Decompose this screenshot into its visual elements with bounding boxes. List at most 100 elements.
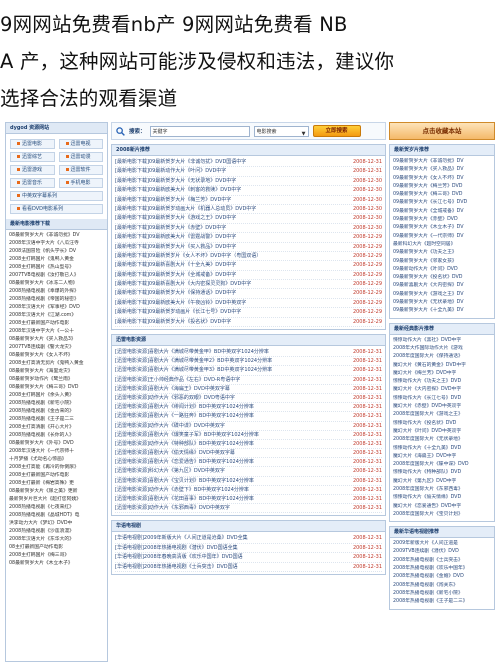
sidebar-list-item[interactable]: 2008主打韩国片《热山型号》	[9, 264, 104, 272]
sidebar-list-item[interactable]: 08主打最新国产动作电影	[9, 544, 104, 552]
sidebar-list-item[interactable]: 2008热播电视剧《长你的人》	[9, 432, 104, 440]
list-item[interactable]: 09最新动作大片《叶问》DVD	[393, 266, 491, 274]
list-item[interactable]: 09最新贺岁大片《一代宗师》DV	[393, 233, 491, 241]
list-item[interactable]: 2008年热播电视剧《新宅小院》	[393, 590, 491, 598]
sidebar-list-item[interactable]: 2008热播电视剧《帝国的秘密》	[9, 296, 104, 304]
sidebar-list-item[interactable]: 2008年汉语大片《军事经》DVD	[9, 304, 104, 312]
sidebar-list-item[interactable]: 2008主打韩国片《余头入黄》	[9, 392, 104, 400]
sidebar-list-item[interactable]: 2008主打高能《再冷的你倒尿》	[9, 464, 104, 472]
item-title-link[interactable]: [最新电影下载]09最新贺岁大片《全城戒备》DVD中字	[115, 271, 342, 279]
item-title-link[interactable]: [迅雷电影资源]动作大片《特种部队》BD中英双字1024分辨率	[115, 440, 342, 448]
sidebar-list-item[interactable]: 2008法国冒险《帆头学长》DV	[9, 248, 104, 256]
list-item[interactable]: 09最新贺岁大片《木立木子》DV	[393, 224, 491, 232]
list-item[interactable]: 魔幻大片《大内密探》DVD中字	[393, 386, 491, 394]
list-item[interactable]: 2008年度国际大片《无状录地》	[393, 436, 491, 444]
item-title-link[interactable]: [最新电影下载]09最新贺岁大片《无状录地》DVD中字	[115, 177, 342, 185]
sidebar-list-item[interactable]: 2008主打最新《梅岩高殊》更	[9, 480, 104, 488]
sidebar-list-item[interactable]: 2008主打高清无剪片《鬼鸭入黄金	[9, 360, 104, 368]
search-type-select[interactable]: 电影搜索 ▼	[253, 125, 309, 137]
item-title-link[interactable]: [迅雷电影资源]科幻大片《第九区》DVD中英双字	[115, 467, 342, 475]
nav-button[interactable]: 迅雷音乐	[10, 178, 55, 188]
list-item[interactable]: 惊悚动作大片《投名状》DVD	[393, 420, 491, 428]
list-item[interactable]: 魔幻大片《黄石的黄金》DVD中字	[393, 362, 491, 370]
item-title-link[interactable]: [最新电影下载]09最新贺岁大片《投名状》DVD中字	[115, 318, 342, 326]
sidebar-list-item[interactable]: 十月梦播《尤动名心惊画》	[9, 456, 104, 464]
nav-button[interactable]: 中英双字幕系列	[10, 191, 103, 201]
item-title-link[interactable]: [最新电影下载]09最新贺岁动画片《长江七号》DVD中字	[115, 308, 342, 316]
sidebar-list-item[interactable]: 2007TVB电视剧《汝打敬已人》	[9, 272, 104, 280]
sidebar-list-item[interactable]: 洪李动力大片《梦幻》DVD中	[9, 520, 104, 528]
sidebar-list-item[interactable]: 08最新贺岁大片《尿之美》更新	[9, 488, 104, 496]
nav-button[interactable]: 迅雷电视	[58, 139, 103, 149]
sidebar-list-item[interactable]: 08最新贺岁大片《木立木子》	[9, 560, 104, 568]
list-item[interactable]: 09最新贺岁大片《邻家女孩》	[393, 258, 491, 266]
list-item[interactable]: 2008年热播电视剧《欢乐中国年》	[393, 565, 491, 573]
list-item[interactable]: 惊悚动作大片《功夫之王》DVD	[393, 378, 491, 386]
list-item[interactable]: 09最新贺岁大片《投名状》DVD	[393, 274, 491, 282]
nav-button[interactable]: 迅雷电影	[10, 139, 55, 149]
sidebar-list-item[interactable]: 2007TVB连续剧《警大龙灾》	[9, 344, 104, 352]
sidebar-list-item[interactable]: 2008主打韩国片《梅三哥》	[9, 552, 104, 560]
list-item[interactable]: 09最新贺岁大片《女人不坏》DV	[393, 175, 491, 183]
item-title-link[interactable]: [华语电视剧]2008年春晚高清版《欢乐中国年》DVD国语	[115, 553, 342, 561]
sidebar-list-item[interactable]: 08最新贺岁大片《买入救品3》	[9, 336, 104, 344]
sidebar-list-item[interactable]: 2008年汉语中字大片《八瓜汪寺	[9, 240, 104, 248]
list-item[interactable]: 魔幻大片《第九区》DVD中字	[393, 478, 491, 486]
list-item[interactable]: 魔幻大片《恋爱通告》DVD中字	[393, 503, 491, 511]
item-title-link[interactable]: [迅雷电影资源]动作大片《碟中谍》DVD中英双字	[115, 422, 342, 430]
sidebar-list-item[interactable]: 08最新贺岁大片《非诚勿扰》DV	[9, 232, 104, 240]
list-item[interactable]: 09最新贺岁大片《赤壁》DVD	[393, 216, 491, 224]
item-title-link[interactable]: [迅雷电影资源]喜剧大片《满城尽带黄金甲》BD中英双字1024分辨率	[115, 348, 342, 356]
item-title-link[interactable]: [最新电影下载]09最新贺岁动画大片《机器人总动员》DVD中字	[115, 205, 342, 213]
item-title-link[interactable]: [最新电影下载]09最新动作大片《叶问》DVD中字	[115, 167, 342, 175]
item-title-link[interactable]: [迅雷电影资源]喜剧大片《海扁王》DVD中英双字幕	[115, 385, 342, 393]
sidebar-list-item[interactable]: 08最新贺岁大片《冰冻二人物》	[9, 280, 104, 288]
list-item[interactable]: 09最新贺岁大片《功夫之王》	[393, 249, 491, 257]
item-title-link[interactable]: [最新电影下载]09最新贺岁大片《游戏之王》DVD中字	[115, 214, 342, 222]
sidebar-list-item[interactable]: 08最新贺岁大片《女人不坏》	[9, 352, 104, 360]
list-item[interactable]: 魔幻大片《叶问》DVD中英双字	[393, 428, 491, 436]
list-item[interactable]: 09最新贺岁大片《全城戒备》DV	[393, 208, 491, 216]
item-title-link[interactable]: [迅雷电影资源]喜剧大片《爆笑童子军》BD中英双字1024分辨率	[115, 431, 342, 439]
sidebar-list-item[interactable]: 08最新贺岁动作片《鹭兰雨》	[9, 376, 104, 384]
item-title-link[interactable]: [迅雷电影资源]动作大片《邪恶的双眼》DVD粤语中字	[115, 394, 342, 402]
list-item[interactable]: 09最新贺岁大片《长江七号》DVD	[393, 199, 491, 207]
item-title-link[interactable]: [最新电影下载]09最新喜剧大片《十全九美》DVD中字	[115, 261, 342, 269]
item-title-link[interactable]: [迅雷电影资源]喜剧大片《恋爱通告》BD中英双字1024分辨率	[115, 458, 342, 466]
list-item[interactable]: 09最新贺岁大片《梅三哥》DVD	[393, 191, 491, 199]
list-item[interactable]: 2009年新版大片《人间正道是	[393, 540, 491, 548]
item-title-link[interactable]: [迅雷电影资源]喜剧大片《绯闻计划》BD中英双字1024分辨率	[115, 403, 342, 411]
item-title-link[interactable]: [迅雷电影资源]喜剧大片《满城尽带黄金甲3》BD中英双字1024分辨率	[115, 366, 342, 374]
list-item[interactable]: 2008年度国际大片《碟中谍》DVD	[393, 461, 491, 469]
list-item[interactable]: 惊悚动作大片《长江七号》DVD	[393, 395, 491, 403]
sidebar-list-item[interactable]: 08最新贺岁大片《梅三哥》DVD	[9, 384, 104, 392]
list-item[interactable]: 2008年热播电视剧《闯关东》	[393, 582, 491, 590]
item-title-link[interactable]: [迅雷电影资源]喜剧大片《满城尽带黄金甲2》BD中英双字1024分辨率	[115, 357, 342, 365]
nav-button[interactable]: 看看DVD电影系列	[10, 204, 103, 214]
list-item[interactable]: 魔幻大片《赤壁》DVD中英双字	[393, 403, 491, 411]
sidebar-list-item[interactable]: 2008热播电视剧《七夜来红》	[9, 504, 104, 512]
list-item[interactable]: 2008年大作国际动作大片《游戏	[393, 345, 491, 353]
sidebar-list-item[interactable]: 2008年汉语大片《江湖.com》	[9, 312, 104, 320]
item-title-link[interactable]: [华语电视剧]2008年热播电视剧《潜伏》DVD国语全集	[115, 544, 342, 552]
sidebar-list-item[interactable]: 2008主打最新国产动作电影	[9, 472, 104, 480]
list-item[interactable]: 2008年度国际大片《宝贝计划》	[393, 511, 491, 519]
sidebar-list-item[interactable]: 2008热播电视剧《奉爆的外探》	[9, 288, 104, 296]
item-title-link[interactable]: [最新电影下载]09最新贺岁片《女人不坏》DVD中字（粤国双语）	[115, 252, 342, 260]
item-title-link[interactable]: [迅雷电影资源]喜剧大片《宝贝计划》BD中英双字1024分辨率	[115, 477, 342, 485]
item-title-link[interactable]: [最新电影下载]09最新贺岁大片《赤壁》DVD中字	[115, 224, 342, 232]
list-item[interactable]: 09最新喜剧大片《大内密探》DV	[393, 282, 491, 290]
item-title-link[interactable]: [最新电影下载]09最新贺岁大片《非诚勿扰》DVD国语中字	[115, 158, 342, 166]
list-item[interactable]: 2008年度国际大片《保持通话》	[393, 353, 491, 361]
search-button[interactable]: 立即搜索	[312, 125, 361, 137]
item-title-link[interactable]: [华语电视剧]2009年新版大片《人间正道是沧桑》DVD全集	[115, 534, 342, 542]
item-title-link[interactable]: [最新电影下载]09最新喜剧大片《大内密探灵灵狗》DVD中字	[115, 280, 342, 288]
item-title-link[interactable]: [迅雷电影资源]动作大片《东邪西毒》DVD中英双字	[115, 504, 342, 512]
item-title-link[interactable]: [最新电影下载]09最新贺岁大片《买入救品》DVD中字	[115, 243, 342, 251]
sidebar-list-item[interactable]: 最新贺岁片巨大片《超打您阿姨》	[9, 496, 104, 504]
list-item[interactable]: 09最新贺岁大片《买入救品》DV	[393, 166, 491, 174]
list-item[interactable]: 惊悚动作大片《十全九美》DVD	[393, 445, 491, 453]
list-item[interactable]: 惊悚动作大片《偷天情缘》DVD	[393, 494, 491, 502]
sidebar-list-item[interactable]: 08最新贺岁大片《海里龙灾》	[9, 368, 104, 376]
sidebar-list-item[interactable]: 2008主打高清剧《开心大片》	[9, 424, 104, 432]
